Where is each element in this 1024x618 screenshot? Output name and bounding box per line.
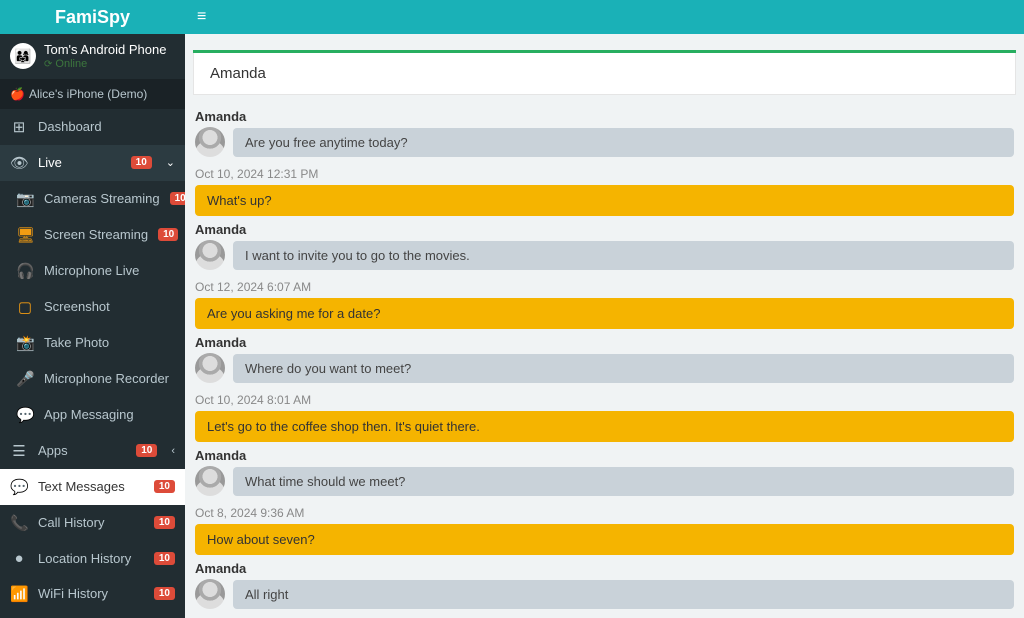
wifi-icon: 📶 xyxy=(10,585,28,603)
nav-microphone-recorder[interactable]: 🎤 Microphone Recorder xyxy=(0,361,185,397)
chevron-down-icon: ⌄ xyxy=(166,156,175,169)
incoming-message: Where do you want to meet? xyxy=(195,353,1014,383)
headphones-icon: 🎧 xyxy=(16,262,34,280)
messages-list: Amanda Are you free anytime today? Oct 10,… xyxy=(185,95,1024,617)
incoming-message: All right xyxy=(195,579,1014,609)
incoming-message: What time should we meet? xyxy=(195,466,1014,496)
current-device[interactable]: 👨‍👩‍👧 Tom's Android Phone ⟳Online xyxy=(0,34,185,79)
message-sender: Amanda xyxy=(195,335,1014,350)
message-bubble: Where do you want to meet? xyxy=(233,354,1014,383)
sidebar: FamiSpy 👨‍👩‍👧 Tom's Android Phone ⟳Onlin… xyxy=(0,0,185,618)
tablet-icon: ▢ xyxy=(16,298,34,316)
thread-title: Amanda xyxy=(193,53,1016,95)
message-bubble: I want to invite you to go to the movies… xyxy=(233,241,1014,270)
sender-avatar xyxy=(195,240,225,270)
badge: 10 xyxy=(170,192,185,205)
nav-live[interactable]: 👁 Live 10 ⌄ xyxy=(0,145,185,181)
badge: 10 xyxy=(154,480,175,493)
nav-text-messages[interactable]: 💬 Text Messages 10 xyxy=(0,469,185,505)
badge: 10 xyxy=(136,444,157,457)
brand-logo: FamiSpy xyxy=(55,7,130,28)
outgoing-message: Are you asking me for a date? xyxy=(195,298,1014,329)
badge: 10 xyxy=(154,552,175,565)
outgoing-message: How about seven? xyxy=(195,524,1014,555)
timestamp: Oct 8, 2024 9:36 AM xyxy=(195,506,1014,520)
badge: 10 xyxy=(154,516,175,529)
sender-avatar xyxy=(195,127,225,157)
incoming-message: Are you free anytime today? xyxy=(195,127,1014,157)
chat-icon: 💬 xyxy=(10,478,28,496)
message-bubble: What time should we meet? xyxy=(233,467,1014,496)
sidebar-header: FamiSpy xyxy=(0,0,185,34)
demo-device-label: Alice's iPhone (Demo) xyxy=(29,87,147,101)
message-bubble: Are you free anytime today? xyxy=(233,128,1014,157)
eye-icon: 👁 xyxy=(10,154,28,172)
content-area: Amanda Amanda Are you free anytime today?… xyxy=(185,34,1024,618)
sender-avatar xyxy=(195,466,225,496)
incoming-message: I want to invite you to go to the movies… xyxy=(195,240,1014,270)
message-icon: 💬 xyxy=(16,406,34,424)
mic-icon: 🎤 xyxy=(16,370,34,388)
topbar: ≡ xyxy=(185,0,1024,34)
main-panel: ≡ Amanda Amanda Are you free anytime toda… xyxy=(185,0,1024,618)
outgoing-message: What's up? xyxy=(195,185,1014,216)
demo-device[interactable]: 🍎 Alice's iPhone (Demo) xyxy=(0,79,185,109)
nav-screenshot[interactable]: ▢ Screenshot xyxy=(0,289,185,325)
message-sender: Amanda xyxy=(195,448,1014,463)
nav-dashboard[interactable]: ⊞ Dashboard xyxy=(0,109,185,145)
device-status: ⟳Online xyxy=(44,58,166,71)
badge: 10 xyxy=(131,156,152,169)
apple-icon: 🍎 xyxy=(10,87,25,101)
monitor-icon: 🖥 xyxy=(16,226,34,244)
nav-microphone-live[interactable]: 🎧 Microphone Live xyxy=(0,253,185,289)
timestamp: Oct 10, 2024 12:31 PM xyxy=(195,167,1014,181)
list-icon: ☰ xyxy=(10,442,28,460)
hamburger-icon[interactable]: ≡ xyxy=(197,8,206,26)
nav-app-messaging[interactable]: 💬 App Messaging xyxy=(0,397,185,433)
sender-avatar xyxy=(195,579,225,609)
photo-icon: 📸 xyxy=(16,334,34,352)
message-sender: Amanda xyxy=(195,222,1014,237)
nav-screen-streaming[interactable]: 🖥 Screen Streaming 10 xyxy=(0,217,185,253)
nav: ⊞ Dashboard 👁 Live 10 ⌄ 📷 Cameras Stream… xyxy=(0,109,185,618)
nav-location-history[interactable]: ● Location History 10 xyxy=(0,541,185,576)
location-icon: ● xyxy=(10,550,28,567)
nav-call-history[interactable]: 📞 Call History 10 xyxy=(0,505,185,541)
device-name: Tom's Android Phone xyxy=(44,42,166,58)
refresh-icon: ⟳ xyxy=(44,59,52,70)
nav-browser-history[interactable]: ↺ Browser History 10 xyxy=(0,612,185,618)
timestamp: Oct 10, 2024 8:01 AM xyxy=(195,393,1014,407)
badge: 10 xyxy=(154,587,175,600)
device-avatar-icon: 👨‍👩‍👧 xyxy=(10,43,36,69)
badge: 10 xyxy=(158,228,178,241)
message-sender: Amanda xyxy=(195,561,1014,576)
nav-cameras-streaming[interactable]: 📷 Cameras Streaming 10 xyxy=(0,181,185,217)
outgoing-message: Let's go to the coffee shop then. It's q… xyxy=(195,411,1014,442)
camera-icon: 📷 xyxy=(16,190,34,208)
message-sender: Amanda xyxy=(195,109,1014,124)
nav-take-photo[interactable]: 📸 Take Photo xyxy=(0,325,185,361)
nav-apps[interactable]: ☰ Apps 10 ‹ xyxy=(0,433,185,469)
phone-icon: 📞 xyxy=(10,514,28,532)
timestamp: Oct 12, 2024 6:07 AM xyxy=(195,280,1014,294)
message-bubble: All right xyxy=(233,580,1014,609)
chevron-left-icon: ‹ xyxy=(171,445,175,457)
sender-avatar xyxy=(195,353,225,383)
nav-wifi-history[interactable]: 📶 WiFi History 10 xyxy=(0,576,185,612)
dashboard-icon: ⊞ xyxy=(10,118,28,136)
